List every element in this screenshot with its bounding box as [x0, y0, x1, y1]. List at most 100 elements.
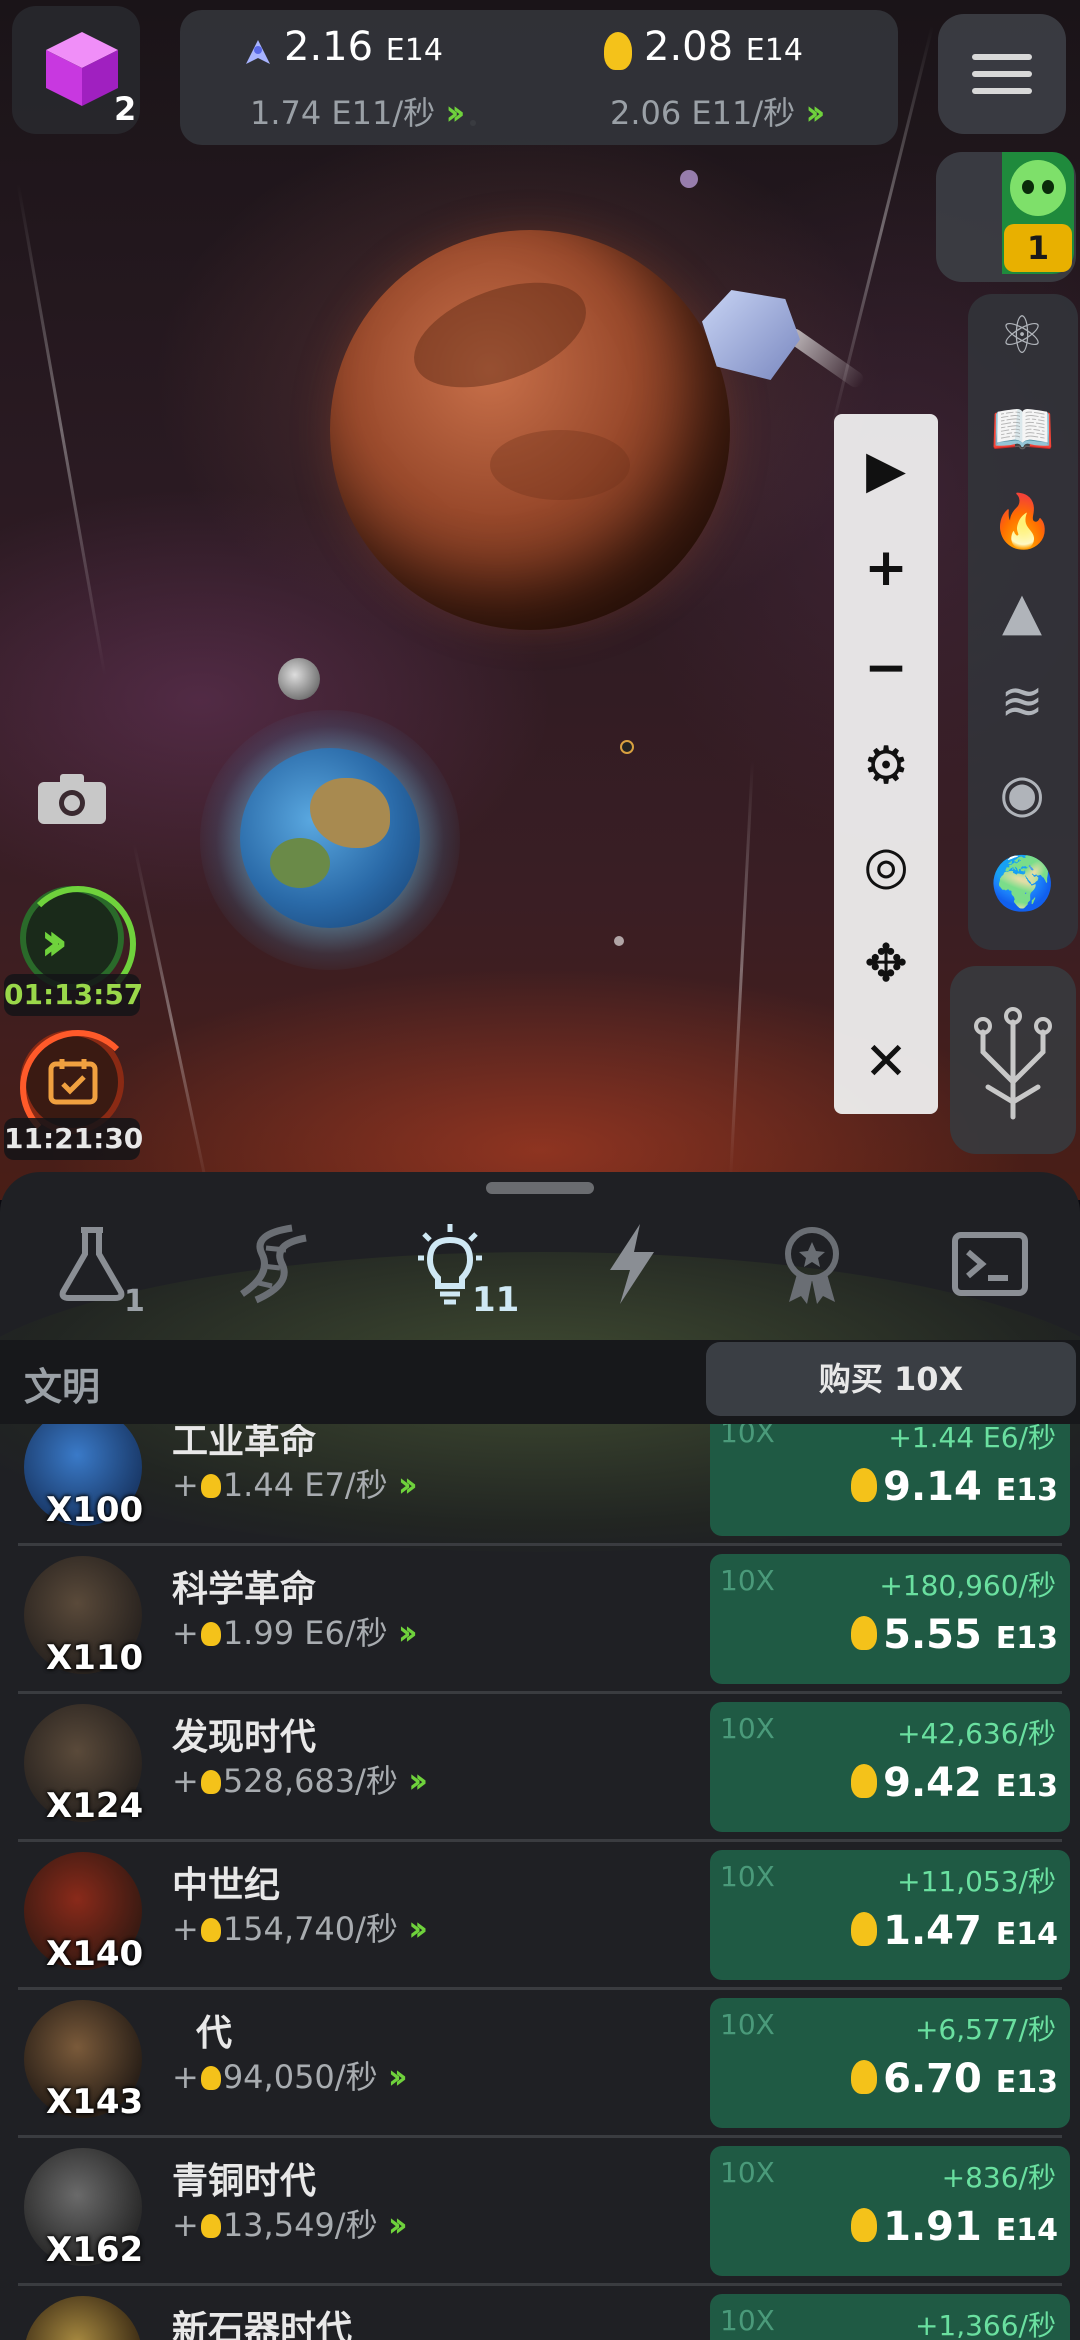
sheet-drag-handle[interactable]: [486, 1182, 594, 1194]
light-streak: [16, 183, 107, 677]
lightbulb-icon: [851, 1912, 878, 1946]
buy-amount-button[interactable]: 购买 10X: [706, 1342, 1076, 1416]
camera-icon[interactable]: [36, 770, 108, 826]
lab-badge: 1: [124, 1284, 145, 1319]
item-name: 发现时代: [172, 1717, 317, 1758]
lightbulb-icon: [604, 32, 632, 70]
item-rate: +154,740/秒 ››: [172, 1909, 428, 1949]
buy-button[interactable]: 10X +836/秒 1.91 E14: [710, 2146, 1070, 2276]
tree-icon: [974, 1007, 1052, 1120]
list-item[interactable]: X140 中世纪 +154,740/秒 ›› 10X +11,053/秒 1.4…: [0, 1842, 1080, 1990]
double-chevron-icon: ››: [387, 2057, 408, 2097]
multiplier: X162: [46, 2230, 144, 2270]
double-chevron-icon: ››: [387, 2205, 408, 2245]
atom-icon[interactable]: ⚛: [990, 304, 1054, 368]
buy-quantity: 10X: [720, 2008, 775, 2041]
globe-icon[interactable]: 🌍: [990, 852, 1055, 916]
buy-button[interactable]: 10X +11,053/秒 1.47 E14: [710, 1850, 1070, 1980]
double-chevron-icon: ››: [397, 1613, 418, 1653]
light-streak: [729, 760, 754, 1180]
ideas-badge: 11: [472, 1280, 520, 1320]
buy-button[interactable]: 10X +42,636/秒 9.42 E13: [710, 1702, 1070, 1832]
buy-quantity: 10X: [720, 1712, 775, 1745]
game-screen: 2 2.16 E14 1.74 E11/秒 ›› 2.08 E14 2.06 E…: [0, 0, 1080, 2340]
flask-icon: [59, 1227, 125, 1301]
menu-button[interactable]: [938, 14, 1066, 134]
buy-cost: 5.55 E13: [851, 1612, 1058, 1658]
multiplier: X100: [46, 1490, 144, 1530]
water-icon[interactable]: ≋: [990, 670, 1054, 734]
multiplier: X124: [46, 1786, 144, 1826]
cell-icon[interactable]: ◉: [990, 762, 1054, 826]
settings-button[interactable]: ⚙: [846, 726, 926, 806]
section-title: 文明: [24, 1365, 101, 1409]
probe[interactable]: [620, 740, 634, 754]
buy-button[interactable]: 10X +180,960/秒 5.55 E13: [710, 1554, 1070, 1684]
boost-timer: 01:13:57: [4, 974, 143, 1016]
tab-achievements[interactable]: [762, 1214, 862, 1314]
item-name: 代: [196, 2013, 233, 2054]
book-icon[interactable]: 📖: [990, 398, 1055, 462]
buy-button[interactable]: 10X +1.44 E6/秒 9.14 E13: [710, 1424, 1070, 1536]
list-item[interactable]: X110 科学革命 +1.99 E6/秒 ›› 10X +180,960/秒 5…: [0, 1546, 1080, 1694]
buy-cost: 9.42 E13: [851, 1760, 1058, 1806]
list-item[interactable]: X100 工业革命 +1.44 E7/秒 ›› 10X +1.44 E6/秒 9…: [0, 1424, 1080, 1546]
buy-quantity: 10X: [720, 2156, 775, 2189]
close-button[interactable]: ✕: [846, 1022, 926, 1102]
gem-button[interactable]: 2: [12, 6, 140, 134]
tab-energy[interactable]: [582, 1214, 682, 1314]
earth-planet[interactable]: [240, 748, 420, 928]
lightbulb-icon: [200, 1918, 221, 1942]
mountain-icon[interactable]: ▲: [990, 580, 1054, 644]
lightbulb-icon: [200, 1770, 221, 1794]
list-item[interactable]: 新石器时代 10X +1,366/秒: [0, 2286, 1080, 2340]
tab-terminal[interactable]: [940, 1214, 1040, 1314]
star: [680, 170, 698, 188]
item-name: 科学革命: [172, 1569, 317, 1610]
asteroid-cube[interactable]: [702, 290, 800, 380]
tab-dna[interactable]: [222, 1214, 322, 1314]
item-name: 中世纪: [172, 1865, 281, 1906]
buy-gain: +1.44 E6/秒: [888, 1424, 1056, 1454]
star: [614, 936, 624, 946]
fire-icon[interactable]: 🔥: [990, 490, 1055, 554]
lightbulb-icon: [851, 1468, 878, 1502]
buy-button[interactable]: 10X +6,577/秒 6.70 E13: [710, 1998, 1070, 2128]
terminal-icon: [952, 1232, 1028, 1296]
lightbulb-icon: [200, 2214, 221, 2238]
mars-planet[interactable]: [330, 230, 730, 630]
lightbulb-icon: [200, 1622, 221, 1646]
calendar-timer: 11:21:30: [4, 1118, 143, 1160]
moon[interactable]: [278, 658, 320, 700]
item-name: 工业革命: [172, 1424, 317, 1462]
double-chevron-icon: ››: [40, 910, 68, 973]
lightbulb-icon: [851, 2060, 878, 2094]
hide-button[interactable]: ◎: [846, 826, 926, 906]
buy-quantity: 10X: [720, 1424, 775, 1449]
buy-button[interactable]: 10X +1,366/秒: [710, 2294, 1070, 2340]
multiplier: X140: [46, 1934, 144, 1974]
buy-gain: +11,053/秒: [897, 1865, 1056, 1898]
item-name: 新石器时代: [172, 2309, 353, 2340]
move-button[interactable]: ✥: [846, 924, 926, 1004]
lightbulb-icon: [200, 2066, 221, 2090]
list-item[interactable]: X162 青铜时代 +13,549/秒 ›› 10X +836/秒 1.91 E…: [0, 2138, 1080, 2286]
zoom-in-button[interactable]: +: [846, 528, 926, 608]
lightbulb-icon: [851, 1764, 878, 1798]
list-item[interactable]: X124 发现时代 +528,683/秒 ›› 10X +42,636/秒 9.…: [0, 1694, 1080, 1842]
civilization-list[interactable]: X100 工业革命 +1.44 E7/秒 ›› 10X +1.44 E6/秒 9…: [0, 1424, 1080, 2340]
item-name: 青铜时代: [172, 2161, 317, 2202]
list-item[interactable]: X143 代 +94,050/秒 ›› 10X +6,577/秒 6.70 E1…: [0, 1990, 1080, 2138]
zoom-out-button[interactable]: −: [846, 628, 926, 708]
item-rate: +94,050/秒 ››: [172, 2057, 408, 2097]
neolithic-avatar: [24, 2296, 142, 2340]
item-rate: +528,683/秒 ››: [172, 1761, 428, 1801]
calendar-icon: [48, 1059, 98, 1105]
play-button[interactable]: ▶: [846, 430, 926, 510]
lightbulb-icon: [200, 1474, 221, 1498]
tech-tree-button[interactable]: [950, 966, 1076, 1154]
item-rate: +13,549/秒 ››: [172, 2205, 408, 2245]
idea-rate: 2.06 E11/秒 ››: [610, 93, 825, 133]
item-rate: +1.99 E6/秒 ››: [172, 1613, 418, 1653]
lightbulb-icon: [851, 2208, 878, 2242]
